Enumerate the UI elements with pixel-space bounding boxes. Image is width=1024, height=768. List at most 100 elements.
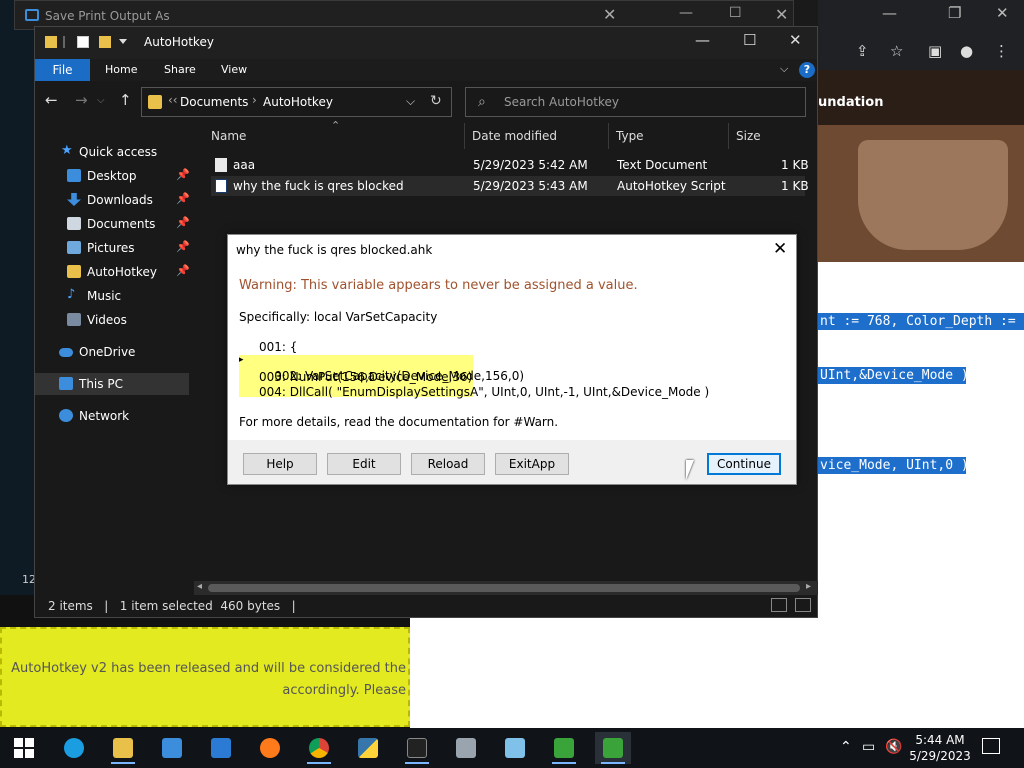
taskbar-terminal[interactable] [399,732,435,764]
clock-time: 5:44 AM [915,733,965,747]
tab-share[interactable]: Share [164,63,196,76]
nav-desktop[interactable]: Desktop 📌 [35,165,190,187]
large-icons-view-icon[interactable] [795,598,811,612]
column-name[interactable]: Name [211,129,246,143]
nav-network[interactable]: Network [35,405,189,427]
close-icon[interactable]: ✕ [996,4,1009,22]
code-line: nt := 768, Color_Depth := 3 [818,313,1024,330]
exitapp-button[interactable]: ExitApp [495,453,569,475]
chevron-down-icon[interactable]: ⌵ [406,94,415,109]
explorer-title: AutoHotkey [144,35,214,49]
back-arrow-icon[interactable]: ← [45,91,58,109]
taskbar-file-explorer[interactable] [105,732,141,764]
notification-icon[interactable] [982,738,1000,754]
new-folder-icon[interactable] [99,36,111,48]
minimize-icon[interactable]: — [882,4,897,22]
continue-button[interactable]: Continue [707,453,781,475]
sidebar-icon[interactable]: ▣ [928,42,942,60]
minimize-icon[interactable]: — [695,31,710,49]
notice-banner: AutoHotkey v2 has been released and will… [0,627,410,727]
maximize-icon[interactable]: ☐ [729,5,742,21]
breadcrumb-documents[interactable]: Documents [180,95,248,109]
taskbar-mail[interactable] [203,732,239,764]
column-divider[interactable] [464,123,465,149]
star-icon[interactable]: ☆ [890,42,903,60]
tab-home[interactable]: Home [105,63,137,76]
properties-icon[interactable] [77,36,89,48]
horizontal-scrollbar[interactable]: ◂ ▸ [194,581,818,595]
nav-downloads[interactable]: Downloads 📌 [35,189,190,211]
column-divider[interactable] [608,123,609,149]
nav-pictures[interactable]: Pictures 📌 [35,237,190,259]
maximize-icon[interactable]: ☐ [743,31,756,49]
close-icon[interactable]: ✕ [603,5,616,24]
customize-dropdown-icon[interactable] [119,39,127,44]
volume-muted-icon[interactable]: 🔇 [885,739,902,755]
firefox-icon [260,738,280,758]
start-button[interactable] [6,732,42,764]
reload-button[interactable]: Reload [411,453,485,475]
nav-documents[interactable]: Documents 📌 [35,213,190,235]
taskbar-edge[interactable] [56,732,92,764]
python-icon [358,738,378,758]
network-icon[interactable]: ▭ [862,739,875,755]
tab-view[interactable]: View [221,63,247,76]
details-view-icon[interactable] [771,598,787,612]
scroll-right-icon[interactable]: ▸ [806,581,811,592]
taskbar-python[interactable] [350,732,386,764]
close-icon[interactable]: ✕ [773,239,787,259]
computer-icon [59,377,73,390]
search-box[interactable]: ⌕ [465,87,806,117]
tab-file[interactable]: File [35,59,90,81]
scroll-left-icon[interactable]: ◂ [197,581,202,592]
nav-music[interactable]: ♪ Music [35,285,189,307]
taskbar-notepad[interactable] [497,732,533,764]
nav-this-pc[interactable]: This PC [35,373,189,395]
terminal-icon [407,738,427,758]
recent-dropdown-icon[interactable]: ⌵ [97,95,105,106]
up-arrow-icon[interactable]: ↑ [119,91,132,109]
column-date-modified[interactable]: Date modified [472,129,557,143]
edit-button[interactable]: Edit [327,453,401,475]
search-input[interactable] [504,93,794,111]
minimize-icon[interactable]: — [679,5,693,21]
taskbar-autohotkey[interactable] [546,732,582,764]
help-icon[interactable]: ? [799,62,815,78]
column-type[interactable]: Type [616,129,644,143]
taskbar-firefox[interactable] [252,732,288,764]
help-button[interactable]: Help [243,453,317,475]
column-divider[interactable] [728,123,729,149]
address-bar[interactable]: ‹‹ Documents › AutoHotkey ⌵ ↻ [141,87,452,117]
chrome-icon [309,738,329,758]
system-clock[interactable]: 5:44 AM 5/29/2023 [908,732,972,764]
dialog-title: why the fuck is qres blocked.ahk [236,243,433,257]
refresh-icon[interactable]: ↻ [430,93,442,109]
file-row[interactable]: why the fuck is qres blocked 5/29/2023 5… [211,176,809,196]
taskbar-autohotkey-active[interactable] [595,732,631,764]
breadcrumb-separator: › [252,93,257,107]
taskbar-store[interactable] [154,732,190,764]
forward-arrow-icon[interactable]: → [75,91,88,109]
scrollbar-thumb[interactable] [208,584,800,592]
navigation-bar: ← → ⌵ ↑ ‹‹ Documents › AutoHotkey ⌵ ↻ ⌕ [35,81,817,121]
chevron-down-icon[interactable]: ⌵ [780,62,788,76]
taskbar-app[interactable] [448,732,484,764]
nav-autohotkey[interactable]: AutoHotkey 📌 [35,261,190,283]
breadcrumb-autohotkey[interactable]: AutoHotkey [263,95,333,109]
menu-dots-icon[interactable]: ⋮ [994,42,1009,60]
chevron-up-icon[interactable]: ⌃ [840,739,852,755]
nav-videos[interactable]: Videos [35,309,189,331]
close-icon[interactable]: ✕ [775,5,788,24]
pictures-icon [67,241,81,254]
file-row[interactable]: aaa 5/29/2023 5:42 AM Text Document 1 KB [211,155,809,175]
nav-onedrive[interactable]: OneDrive [35,341,189,363]
status-text: 2 items | 1 item selected 460 bytes | [48,599,296,613]
share-icon[interactable]: ⇪ [856,42,869,60]
code-line: 004: DllCall( "EnumDisplaySettingsA", UI… [259,385,710,399]
profile-icon[interactable]: ● [960,42,973,60]
restore-icon[interactable]: ❐ [948,4,961,22]
close-icon[interactable]: ✕ [789,31,802,49]
column-size[interactable]: Size [736,129,761,143]
taskbar-chrome[interactable] [301,732,337,764]
nav-quick-access[interactable]: ★ Quick access [35,141,189,163]
